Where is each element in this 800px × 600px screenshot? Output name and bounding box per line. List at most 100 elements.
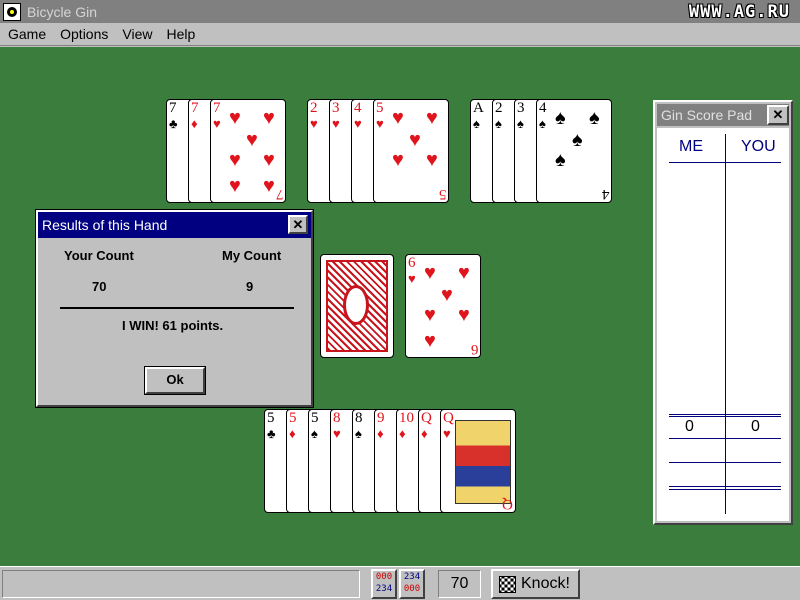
menu-view[interactable]: View	[122, 26, 152, 42]
card-pip: ♠	[555, 107, 566, 129]
card-back-emblem	[343, 285, 369, 325]
title-bar: Bicycle Gin WWW.AG.RU	[0, 0, 800, 23]
card-pip: ♥	[229, 107, 241, 129]
my-count-value: 9	[246, 279, 254, 294]
card-pip: ♥	[441, 284, 453, 306]
card-suit: ♥	[310, 116, 318, 131]
my-count-label: My Count	[222, 248, 282, 263]
score-line-d	[669, 489, 781, 490]
card-pip: ♥	[424, 330, 436, 352]
score-sort-icon[interactable]: 000 234	[371, 569, 397, 599]
opponent-meld-card: 5 ♥ ♥ ♥ ♥ ♥ ♥ 5	[373, 99, 449, 203]
card-rank: 5	[267, 410, 275, 426]
score-me-total: 0	[685, 418, 694, 435]
score-you-total: 0	[751, 418, 760, 435]
card-suit: ♥	[376, 116, 384, 131]
card-rank: 10	[399, 410, 414, 426]
card-suit: ♥	[332, 116, 340, 131]
card-pip: ♥	[426, 149, 438, 171]
card-suit: ♠	[495, 116, 502, 131]
card-suit: ♠	[473, 116, 480, 131]
score-col-you: YOU	[741, 138, 776, 155]
opponent-meld-card: 4 ♠ ♠ ♠ ♠ ♠ 4	[536, 99, 612, 203]
card-suit: ♠	[517, 116, 524, 131]
results-dialog: Results of this Hand ✕ Your Count My Cou…	[36, 210, 313, 407]
card-pip: ♥	[229, 149, 241, 171]
card-rank: 7	[213, 100, 221, 116]
card-pip: ♥	[246, 129, 258, 151]
card-pip: ♥	[426, 107, 438, 129]
score-line-b	[669, 462, 781, 463]
watermark-text: WWW.AG.RU	[688, 2, 790, 22]
score-sort-icon-top: 000	[375, 572, 393, 582]
card-suit: ♠	[539, 116, 546, 131]
card-pip: ♥	[263, 149, 275, 171]
gin-score-pad: Gin Score Pad ✕ ME YOU 0 0	[653, 100, 793, 525]
card-rank: 2	[495, 100, 503, 116]
card-rank: 8	[355, 410, 363, 426]
player-hand-card[interactable]: Q ♥ Q	[440, 409, 516, 513]
ok-button[interactable]: Ok	[145, 367, 205, 394]
card-suit: ♥	[443, 426, 451, 441]
card-pip: ♠	[572, 129, 583, 151]
card-rank: 5	[311, 410, 319, 426]
menu-bar: Game Options View Help	[0, 23, 800, 46]
your-count-value: 70	[92, 279, 107, 294]
card-suit: ♦	[377, 426, 384, 441]
card-rank: A	[473, 100, 484, 116]
card-rank: 2	[310, 100, 318, 116]
knock-label: Knock!	[521, 575, 570, 592]
discard-card[interactable]: 6 ♥ ♥ ♥ ♥ ♥ ♥ ♥ 6	[405, 254, 481, 358]
dialog-divider	[60, 307, 294, 309]
card-suit: ♦	[421, 426, 428, 441]
card-rank: 4	[354, 100, 362, 116]
score-sort-icon-bottom: 234	[375, 584, 393, 594]
card-rank: 9	[377, 410, 385, 426]
card-rank: Q	[421, 410, 432, 426]
card-rank: 4	[539, 100, 547, 116]
knock-button[interactable]: Knock!	[491, 569, 580, 599]
card-suit: ♥	[354, 116, 362, 131]
score-divider	[725, 134, 726, 514]
checkered-flag-icon	[499, 576, 516, 593]
card-pip: ♥	[458, 304, 470, 326]
card-rank: Q	[443, 410, 454, 426]
card-suit: ♦	[399, 426, 406, 441]
card-suit: ♣	[169, 116, 178, 131]
face-card-art	[455, 420, 511, 504]
score-pad-close-button[interactable]: ✕	[767, 105, 789, 125]
score-total-line-top	[669, 414, 781, 415]
app-icon[interactable]	[3, 2, 21, 21]
score-swap-icon[interactable]: 234 000	[399, 569, 425, 599]
score-pad-title-bar: Gin Score Pad ✕	[657, 104, 789, 126]
stock-pile[interactable]	[320, 254, 394, 358]
your-count-label: Your Count	[64, 248, 134, 263]
menu-help[interactable]: Help	[166, 26, 195, 42]
card-pip: ♥	[458, 262, 470, 284]
dialog-title: Results of this Hand	[42, 217, 168, 233]
card-rank-bottom: 4	[601, 186, 610, 202]
card-pip: ♥	[409, 129, 421, 151]
card-suit: ♠	[311, 426, 318, 441]
card-rank-bottom: 6	[470, 341, 479, 357]
dialog-close-button[interactable]: ✕	[288, 215, 308, 234]
card-rank-bottom: Q	[502, 496, 513, 512]
card-rank: 7	[191, 100, 199, 116]
score-line-a	[669, 438, 781, 439]
card-rank: 3	[332, 100, 340, 116]
card-rank: 7	[169, 100, 177, 116]
card-pip: ♥	[392, 149, 404, 171]
card-pip: ♥	[424, 262, 436, 284]
card-suit: ♥	[333, 426, 341, 441]
card-suit: ♣	[267, 426, 276, 441]
card-rank: 3	[517, 100, 525, 116]
menu-game[interactable]: Game	[8, 26, 46, 42]
score-col-me: ME	[679, 138, 703, 155]
card-pip: ♠	[555, 149, 566, 171]
card-pip: ♥	[229, 175, 241, 197]
card-rank: 6	[408, 255, 416, 271]
card-rank: 5	[289, 410, 297, 426]
card-pip: ♥	[263, 107, 275, 129]
menu-options[interactable]: Options	[60, 26, 108, 42]
card-rank-bottom: 5	[438, 186, 447, 202]
